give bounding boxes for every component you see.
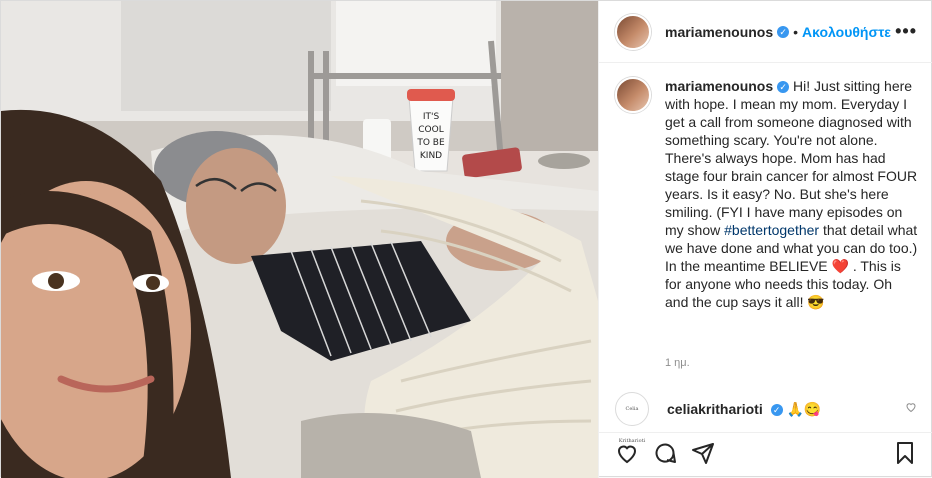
caption-part1: Hi! Just sitting here with hope. I mean … [665,78,918,238]
comment-row: Celia Kritharioti celiakritharioti ✓ 🙏😋 [615,389,917,444]
comment-like-icon[interactable] [905,400,917,418]
post-sidebar: mariamenounos ✓ • Ακολουθήστε ••• mariam… [598,1,932,478]
author-avatar[interactable] [615,13,651,50]
photo-illustration: IT'S COOL TO BE KIND [1,1,598,478]
cup-text-1: IT'S [423,112,440,122]
cup-text-3: TO BE [416,138,445,148]
verified-badge-icon: ✓ [777,25,790,38]
comment-emojis: 🙏😋 [786,400,822,417]
hashtag-link[interactable]: #bettertogether [724,222,819,238]
bookmark-icon[interactable] [893,441,917,470]
author-username[interactable]: mariamenounos [665,24,773,40]
verified-badge-icon: ✓ [770,403,783,416]
follow-button[interactable]: Ακολουθήστε [802,24,891,40]
cup-text-2: COOL [418,125,443,135]
heart-icon[interactable] [615,441,639,470]
separator-dot: • [793,23,799,40]
verified-badge-icon: ✓ [777,81,790,94]
cup-text-4: KIND [420,151,442,161]
share-icon[interactable] [691,441,715,470]
post-container: IT'S COOL TO BE KIND mariamenounos ✓ • Α… [0,0,932,478]
caption: mariamenounos ✓ Hi! Just sitting here wit… [615,77,919,311]
caption-username[interactable]: mariamenounos [665,78,773,94]
cool-emoji: 😎 [807,294,825,310]
commenter-username[interactable]: celiakritharioti [667,401,763,417]
comment-icon[interactable] [653,441,677,470]
more-options-icon[interactable]: ••• [895,21,917,42]
post-header: mariamenounos ✓ • Ακολουθήστε ••• [599,1,932,63]
caption-text: mariamenounos ✓ Hi! Just sitting here wit… [665,77,919,311]
caption-avatar[interactable] [615,77,651,113]
post-photo[interactable]: IT'S COOL TO BE KIND [1,1,598,478]
heart-emoji: ❤️ [831,258,849,274]
post-time[interactable]: 1 ημ. [665,357,690,369]
action-bar [599,432,932,478]
commenter-avatar[interactable]: Celia Kritharioti [615,392,649,444]
comment-text: celiakritharioti ✓ 🙏😋 [667,401,821,418]
